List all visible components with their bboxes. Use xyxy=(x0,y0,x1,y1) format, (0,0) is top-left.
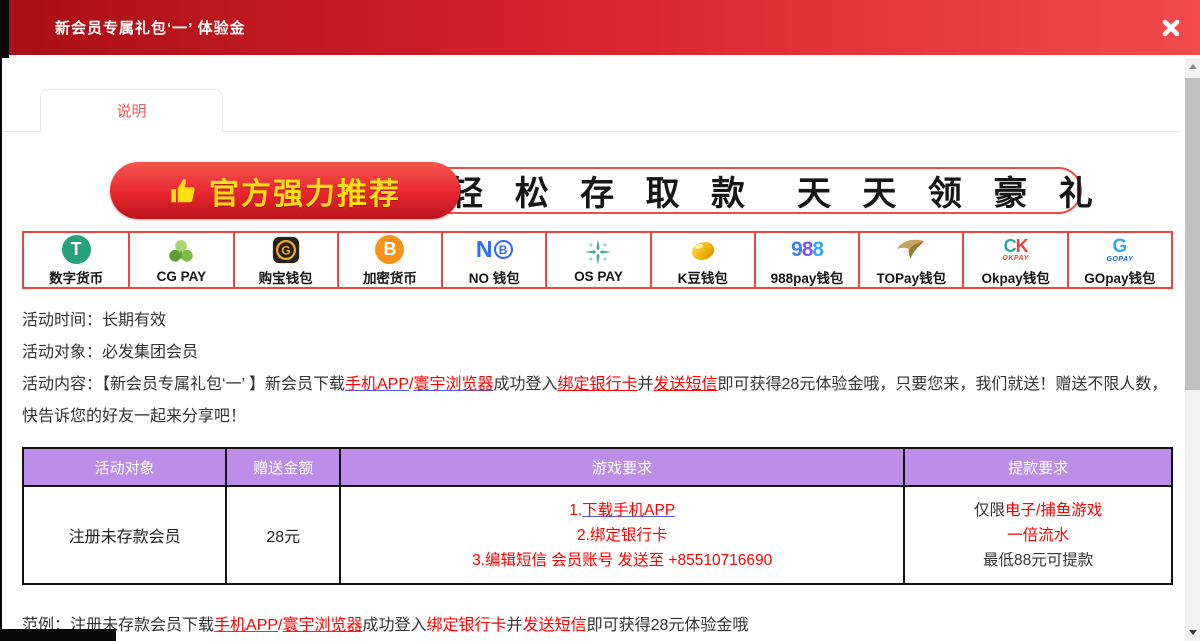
text-segment: 1. xyxy=(569,502,582,519)
payment-method-item: GGOPAYGOpay钱包 xyxy=(1067,233,1171,287)
promo-table: 活动对象 赠送金额 游戏要求 提款要求 注册未存款会员 28元 1.下载手机AP… xyxy=(22,447,1173,585)
requirement-line: 一倍流水 xyxy=(906,523,1170,548)
payment-method-label: K豆钱包 xyxy=(678,267,728,287)
payment-method-item: K豆钱包 xyxy=(650,233,754,287)
thumbs-up-icon xyxy=(169,176,199,206)
table-row: 注册未存款会员 28元 1.下载手机APP 2.绑定银行卡 3.编辑短信 会员账号 … xyxy=(23,486,1172,584)
payment-method-label: 加密货币 xyxy=(363,267,417,287)
cell-game-requirements: 1.下载手机APP 2.绑定银行卡 3.编辑短信 会员账号 发送至 +8551071… xyxy=(340,486,904,584)
example-line: 范例：注册未存款会员下载手机APP/寰宇浏览器成功登入绑定银行卡并发送短信即可获… xyxy=(22,611,1173,641)
tether-icon: T xyxy=(62,234,91,266)
text-segment: 电子/捕鱼游戏 xyxy=(1005,502,1102,519)
requirement-line: 最低88元可提款 xyxy=(906,548,1170,573)
text-segment: 活动内容：【新会员专属礼包‘一’ 】新会员下载 xyxy=(22,376,345,393)
payment-method-label: TOPay钱包 xyxy=(877,267,947,287)
payment-method-item: TOPay钱包 xyxy=(858,233,962,287)
banner-headline: 轻 松 存 取 款 天 天 领 豪 礼 xyxy=(475,162,1078,219)
payment-method-label: NO 钱包 xyxy=(469,267,520,287)
col-header-amount: 赠送金额 xyxy=(226,448,340,486)
payment-method-item: OS PAY xyxy=(545,233,649,287)
text-segment: 并 xyxy=(507,617,523,634)
inline-link[interactable]: 寰宇浏览器 xyxy=(283,617,363,634)
text-segment: 一倍流水 xyxy=(1007,527,1069,544)
payment-method-item: CG PAY xyxy=(128,233,232,287)
tab-bar: 说明 xyxy=(2,88,1181,132)
modal-header: 新会员专属礼包‘一’ 体验金 xyxy=(8,0,1200,55)
vertical-scrollbar xyxy=(1185,58,1200,641)
col-header-withdraw-req: 提款要求 xyxy=(904,448,1172,486)
scrollbar-thumb[interactable] xyxy=(1185,78,1200,390)
table-header-row: 活动对象 赠送金额 游戏要求 提款要求 xyxy=(23,448,1172,486)
text-segment: 最低88元可提款 xyxy=(983,552,1093,569)
scroll-down-icon[interactable] xyxy=(1185,624,1200,640)
cgpay-icon xyxy=(166,236,196,268)
requirement-line: 仅限电子/捕鱼游戏 xyxy=(906,498,1170,523)
payment-method-label: GOpay钱包 xyxy=(1084,267,1155,287)
text-segment: 3.编辑短信 会员账号 发送至 +85510716690 xyxy=(472,552,772,569)
official-recommend-badge: 官方强力推荐 xyxy=(110,162,460,219)
activity-content-line: 活动内容：【新会员专属礼包‘一’ 】新会员下载手机APP/寰宇浏览器成功登入绑定… xyxy=(22,369,1173,433)
text-segment: 绑定银行卡 xyxy=(427,617,507,634)
scroll-up-icon[interactable] xyxy=(1185,58,1200,74)
modal-body: 说明 轻 松 存 取 款 天 天 领 豪 礼 官方强力推荐 T数字货币 CG PA… xyxy=(2,55,1185,641)
payment-method-label: 988pay钱包 xyxy=(771,267,844,287)
payment-method-item: T数字货币 xyxy=(24,233,128,287)
text-segment: 发送短信 xyxy=(654,376,718,393)
payment-method-item: 988988pay钱包 xyxy=(754,233,858,287)
activity-target-line: 活动对象：必发集团会员 xyxy=(22,337,1173,369)
gopay-icon: GGOPAY xyxy=(1106,234,1133,266)
payment-method-item: CKOKPAYOkpay钱包 xyxy=(962,233,1066,287)
inline-link[interactable]: 手机APP xyxy=(345,376,409,393)
text-segment: 活动时间：长期有效 xyxy=(22,312,166,329)
goubao-wallet-icon: G xyxy=(271,234,301,266)
text-segment: 成功登入 xyxy=(363,617,427,634)
svg-text:G: G xyxy=(281,243,290,257)
requirement-line: 3.编辑短信 会员账号 发送至 +85510716690 xyxy=(342,548,902,573)
payment-method-label: Okpay钱包 xyxy=(981,267,1049,287)
promo-banner: 轻 松 存 取 款 天 天 领 豪 礼 官方强力推荐 xyxy=(110,162,1082,219)
payment-method-label: OS PAY xyxy=(574,269,623,284)
inline-link[interactable]: 下载手机APP xyxy=(582,502,675,519)
requirement-line: 2.绑定银行卡 xyxy=(342,523,902,548)
text-segment: 即可获得28元体验金哦 xyxy=(587,617,749,634)
no-wallet-icon: NB xyxy=(476,234,513,266)
payment-methods-strip: T数字货币CG PAYG购宝钱包B加密货币NBNO 钱包OS PAYK豆钱包98… xyxy=(22,231,1173,289)
badge-label: 官方强力推荐 xyxy=(209,169,401,213)
activity-info: 活动时间：长期有效 活动对象：必发集团会员 活动内容：【新会员专属礼包‘一’ 】… xyxy=(22,305,1173,433)
ospay-icon xyxy=(583,236,613,268)
inline-link[interactable]: 手机APP xyxy=(214,617,278,634)
text-segment: 发送短信 xyxy=(523,617,587,634)
col-header-target: 活动对象 xyxy=(23,448,226,486)
requirement-line: 1.下载手机APP xyxy=(342,498,902,523)
col-header-game-req: 游戏要求 xyxy=(340,448,904,486)
payment-method-item: NBNO 钱包 xyxy=(441,233,545,287)
page-background-edge xyxy=(0,629,116,641)
modal-title: 新会员专属礼包‘一’ 体验金 xyxy=(55,17,246,38)
bitcoin-icon: B xyxy=(375,234,404,266)
page-background-edge xyxy=(0,0,2,641)
payment-method-label: 数字货币 xyxy=(49,267,103,287)
text-segment: 2.绑定银行卡 xyxy=(577,527,667,544)
cell-amount: 28元 xyxy=(226,486,340,584)
close-icon[interactable] xyxy=(1160,17,1182,39)
payment-method-item: G 购宝钱包 xyxy=(233,233,337,287)
inline-link[interactable]: 寰宇浏览器 xyxy=(413,376,493,393)
payment-method-label: 购宝钱包 xyxy=(259,267,313,287)
activity-time-line: 活动时间：长期有效 xyxy=(22,305,1173,337)
topay-icon xyxy=(894,234,928,266)
988pay-icon: 988 xyxy=(791,234,823,266)
cell-target: 注册未存款会员 xyxy=(23,486,226,584)
kdou-wallet-icon xyxy=(687,234,719,266)
text-segment: 绑定银行卡 xyxy=(557,376,637,393)
text-segment: 仅限 xyxy=(974,502,1005,519)
payment-method-label: CG PAY xyxy=(157,269,207,284)
payment-method-item: B加密货币 xyxy=(337,233,441,287)
text-segment: 并 xyxy=(638,376,654,393)
text-segment: 活动对象：必发集团会员 xyxy=(22,344,198,361)
cell-withdraw-requirements: 仅限电子/捕鱼游戏一倍流水最低88元可提款 xyxy=(904,486,1172,584)
text-segment: 成功登入 xyxy=(493,376,557,393)
tab-shuoming[interactable]: 说明 xyxy=(40,89,223,132)
okpay-icon: CKOKPAY xyxy=(1002,234,1028,266)
